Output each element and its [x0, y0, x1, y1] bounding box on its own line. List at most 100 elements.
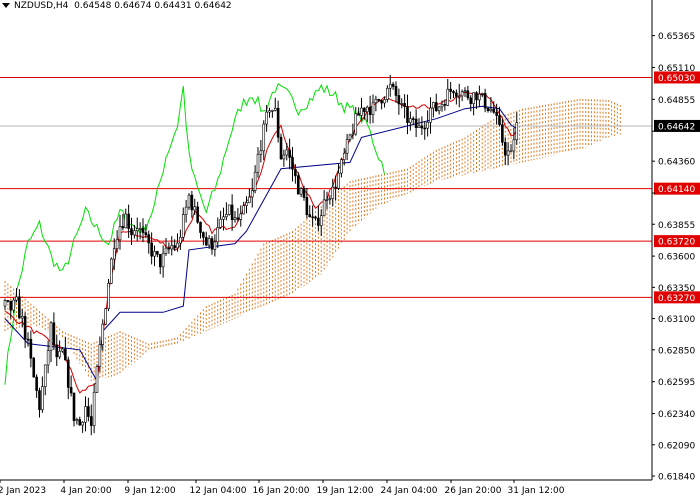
candle-body: [176, 242, 179, 249]
candle-body: [66, 359, 70, 388]
candle-body: [242, 205, 245, 215]
time-tick-label: 12 Jan 04:00: [190, 486, 247, 496]
candle-body: [294, 168, 297, 177]
time-axis: 2 Jan 2023 4 Jan 20:00 9 Jan 12:00 12 Jan 0…: [0, 479, 652, 496]
candle-body: [81, 421, 84, 426]
candle-body: [245, 202, 248, 206]
time-tick-label: 24 Jan 04:00: [381, 486, 438, 496]
candle-body: [20, 316, 24, 319]
candle-body: [273, 107, 277, 111]
candle-body: [345, 139, 349, 154]
candle-body: [299, 188, 303, 195]
candle-body: [466, 90, 470, 99]
candle-body: [400, 103, 404, 105]
time-tick-label: 2 Jan 2023: [0, 486, 46, 496]
candle-body: [446, 88, 450, 106]
candle-body: [363, 107, 366, 113]
candle-body: [276, 107, 280, 138]
candle-body: [268, 110, 271, 113]
candle-body: [475, 92, 478, 101]
candle-body: [147, 234, 151, 244]
candle-body: [92, 391, 96, 426]
candle-body: [173, 245, 176, 249]
candle-body: [153, 251, 156, 257]
candle-body: [190, 194, 194, 211]
candle-body: [351, 133, 355, 136]
candle-body: [279, 136, 283, 160]
candle-body: [423, 127, 427, 130]
support-resistance-levels: 0.65030 0.64140 0.63720 0.63270: [0, 71, 700, 304]
candle-body: [135, 228, 139, 232]
candle-body: [365, 106, 369, 113]
candle-body: [374, 98, 378, 104]
candle-body: [84, 406, 87, 423]
candle-body: [388, 83, 392, 89]
candle-body: [46, 350, 50, 366]
candle-body: [115, 239, 119, 249]
candle-body: [64, 348, 67, 361]
candle-body: [455, 92, 458, 97]
candle-body: [199, 221, 202, 233]
candle-body: [127, 213, 130, 229]
candle-body: [49, 322, 53, 351]
candle-body: [506, 150, 510, 156]
candle-body: [150, 242, 153, 257]
candle-body: [489, 108, 493, 111]
candle-body: [302, 188, 306, 198]
candle-body: [3, 300, 7, 307]
price-tick-label: 0.62850: [658, 346, 695, 356]
candle-body: [207, 238, 211, 246]
candle-body: [236, 217, 240, 220]
candle-body: [101, 323, 105, 345]
candle-body: [55, 344, 59, 358]
candle-body: [357, 113, 360, 116]
candle-body: [469, 97, 473, 104]
chikou-span-line: [4, 83, 385, 385]
candle-body: [26, 338, 30, 341]
candle-body: [360, 107, 363, 116]
candle-body: [110, 258, 113, 284]
current-price-line: 0.64642: [0, 119, 700, 132]
candle-body: [216, 227, 220, 243]
time-tick-label: 31 Jan 12:00: [508, 486, 565, 496]
time-tick-label: 4 Jan 20:00: [60, 486, 112, 496]
candle-body: [222, 216, 225, 220]
candle-body: [230, 204, 234, 220]
candle-body: [331, 186, 335, 199]
candle-body: [253, 171, 257, 191]
candle-body: [12, 299, 15, 311]
candle-body: [426, 121, 429, 129]
price-tick-label: 0.63600: [658, 253, 695, 263]
candle-body: [184, 206, 188, 215]
candle-body: [285, 149, 289, 156]
candle-body: [288, 149, 291, 158]
candle-body: [87, 406, 90, 417]
time-tick-label: 9 Jan 12:00: [124, 486, 176, 496]
candle-body: [95, 366, 99, 393]
candle-body: [204, 237, 208, 246]
candle-body: [325, 199, 329, 201]
candle-body: [38, 390, 41, 411]
candle-body: [18, 296, 21, 319]
candle-body: [317, 217, 320, 226]
candle-body: [219, 219, 222, 228]
candle-body: [437, 106, 441, 112]
candle-body: [6, 300, 10, 302]
price-chart[interactable]: 0.65030 0.64140 0.63720 0.63270 0.64642 0.6…: [0, 0, 700, 500]
candle-body: [144, 232, 148, 236]
candle-body: [501, 124, 504, 143]
candle-body: [61, 348, 64, 352]
candle-body: [449, 88, 452, 92]
candle-body: [239, 213, 243, 220]
candle-body: [394, 86, 398, 96]
candle-body: [403, 103, 406, 107]
candle-body: [478, 93, 481, 101]
candle-body: [181, 214, 185, 238]
candle-body: [440, 104, 444, 108]
candle-body: [371, 102, 375, 115]
candle-body: [354, 113, 358, 135]
candle-body: [334, 186, 337, 189]
candle-body: [472, 92, 475, 104]
price-tick-label: 0.62595: [658, 378, 695, 388]
candle-body: [420, 125, 424, 129]
